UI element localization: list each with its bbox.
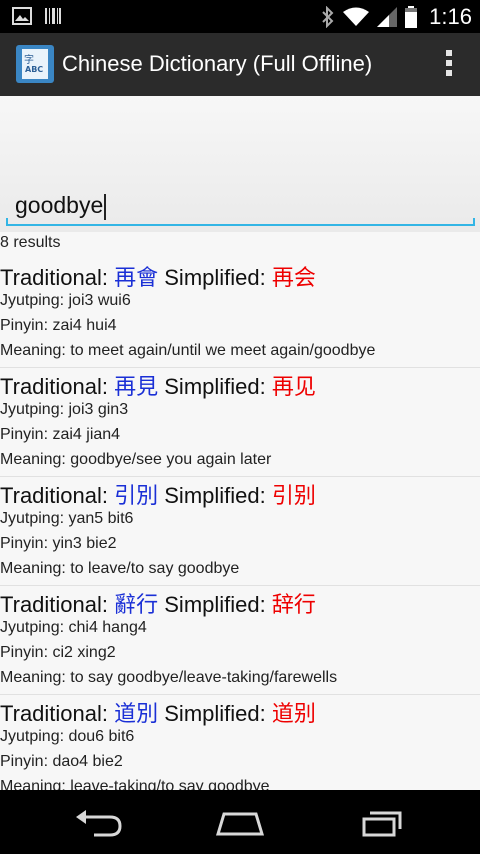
traditional-chars: 再見: [114, 374, 159, 399]
traditional-chars: 引別: [114, 483, 159, 508]
simplified-label: Simplified:: [158, 592, 272, 617]
pinyin-label: Pinyin:: [0, 753, 53, 770]
entry-headword-line: Traditional: 再會 Simplified: 再会: [0, 260, 316, 292]
overflow-menu-icon[interactable]: [446, 50, 452, 80]
pinyin-value: dao4 bie2: [52, 753, 123, 770]
signal-icon: [377, 7, 398, 27]
meaning-line: Meaning: leave-taking/to say goodbye: [0, 778, 270, 790]
traditional-label: Traditional:: [0, 592, 115, 617]
meaning-label: Meaning:: [0, 778, 71, 790]
app-title: Chinese Dictionary (Full Offline): [62, 51, 373, 76]
meaning-line: Meaning: goodbye/see you again later: [0, 451, 271, 469]
pinyin-line: Pinyin: dao4 bie2: [0, 753, 123, 771]
recents-icon[interactable]: [354, 808, 410, 838]
meaning-value: to leave/to say goodbye: [70, 560, 240, 577]
jyutping-line: Jyutping: dou6 bit6: [0, 728, 134, 746]
pinyin-line: Pinyin: ci2 xing2: [0, 644, 116, 662]
wifi-icon: [343, 7, 370, 26]
simplified-chars: 道别: [271, 701, 316, 726]
text-cursor: [104, 193, 107, 220]
pinyin-line: Pinyin: zai4 jian4: [0, 426, 120, 444]
meaning-line: Meaning: to meet again/until we meet aga…: [0, 342, 375, 360]
back-icon[interactable]: [72, 808, 128, 838]
simplified-chars: 再见: [271, 374, 316, 399]
gallery-icon: [12, 7, 32, 25]
pinyin-label: Pinyin:: [0, 644, 53, 661]
entry-headword-line: Traditional: 再見 Simplified: 再见: [0, 369, 316, 401]
jyutping-value: yan5 bit6: [68, 510, 134, 527]
pinyin-label: Pinyin:: [0, 426, 53, 443]
simplified-label: Simplified:: [158, 701, 272, 726]
result-item[interactable]: Traditional: 引別 Simplified: 引别 Jyutping:…: [0, 476, 480, 586]
battery-icon: [405, 6, 418, 28]
jyutping-label: Jyutping:: [0, 510, 69, 527]
barcode-icon: [45, 8, 61, 24]
meaning-line: Meaning: to leave/to say goodbye: [0, 560, 239, 578]
pinyin-value: yin3 bie2: [52, 535, 117, 552]
pinyin-label: Pinyin:: [0, 535, 53, 552]
traditional-label: Traditional:: [0, 374, 115, 399]
navigation-bar: [0, 790, 480, 854]
results-list[interactable]: 8 results Traditional: 再會 Simplified: 再会…: [0, 232, 480, 790]
bluetooth-icon: [322, 6, 334, 28]
results-count: 8 results: [0, 234, 61, 251]
pinyin-line: Pinyin: yin3 bie2: [0, 535, 117, 553]
jyutping-line: Jyutping: chi4 hang4: [0, 619, 147, 637]
jyutping-line: Jyutping: yan5 bit6: [0, 510, 133, 528]
simplified-label: Simplified:: [158, 483, 272, 508]
meaning-value: to say goodbye/leave-taking/farewells: [70, 669, 338, 686]
dictionary-app-icon[interactable]: 字 ABC: [16, 45, 54, 83]
home-icon[interactable]: [212, 808, 268, 838]
clock-time: 1:16: [429, 4, 472, 29]
simplified-chars: 再会: [271, 265, 316, 290]
jyutping-value: joi3 wui6: [68, 292, 131, 309]
status-bar: 1:16: [0, 0, 480, 33]
traditional-chars: 道別: [114, 701, 159, 726]
search-input-underline: [6, 218, 475, 226]
entry-headword-line: Traditional: 辭行 Simplified: 辞行: [0, 587, 316, 619]
meaning-value: to meet again/until we meet again/goodby…: [70, 342, 376, 359]
pinyin-value: ci2 xing2: [52, 644, 116, 661]
search-input[interactable]: goodbye: [15, 192, 107, 220]
pinyin-label: Pinyin:: [0, 317, 53, 334]
simplified-label: Simplified:: [158, 265, 272, 290]
jyutping-value: joi3 gin3: [68, 401, 129, 418]
meaning-label: Meaning:: [0, 669, 71, 686]
meaning-value: leave-taking/to say goodbye: [70, 778, 270, 790]
search-input-text: goodbye: [15, 192, 104, 218]
jyutping-line: Jyutping: joi3 wui6: [0, 292, 131, 310]
pinyin-value: zai4 hui4: [52, 317, 117, 334]
simplified-label: Simplified:: [158, 374, 272, 399]
jyutping-label: Jyutping:: [0, 619, 69, 636]
traditional-chars: 再會: [114, 265, 159, 290]
pinyin-line: Pinyin: zai4 hui4: [0, 317, 117, 335]
jyutping-value: chi4 hang4: [68, 619, 147, 636]
simplified-chars: 引别: [271, 483, 316, 508]
meaning-label: Meaning:: [0, 342, 71, 359]
traditional-chars: 辭行: [114, 592, 159, 617]
traditional-label: Traditional:: [0, 483, 115, 508]
traditional-label: Traditional:: [0, 701, 115, 726]
jyutping-label: Jyutping:: [0, 728, 69, 745]
result-item[interactable]: Traditional: 道別 Simplified: 道别 Jyutping:…: [0, 694, 480, 790]
jyutping-label: Jyutping:: [0, 292, 69, 309]
meaning-label: Meaning:: [0, 451, 71, 468]
jyutping-label: Jyutping:: [0, 401, 69, 418]
simplified-chars: 辞行: [271, 592, 316, 617]
action-bar: 字 ABC Chinese Dictionary (Full Offline): [0, 33, 480, 96]
entry-headword-line: Traditional: 道別 Simplified: 道别: [0, 696, 316, 728]
meaning-label: Meaning:: [0, 560, 71, 577]
result-item[interactable]: Traditional: 再見 Simplified: 再见 Jyutping:…: [0, 367, 480, 477]
entry-headword-line: Traditional: 引別 Simplified: 引别: [0, 478, 316, 510]
meaning-line: Meaning: to say goodbye/leave-taking/far…: [0, 669, 337, 687]
result-item[interactable]: Traditional: 辭行 Simplified: 辞行 Jyutping:…: [0, 585, 480, 695]
traditional-label: Traditional:: [0, 265, 115, 290]
jyutping-value: dou6 bit6: [68, 728, 135, 745]
result-item[interactable]: Traditional: 再會 Simplified: 再会 Jyutping:…: [0, 258, 480, 368]
pinyin-value: zai4 jian4: [52, 426, 121, 443]
jyutping-line: Jyutping: joi3 gin3: [0, 401, 128, 419]
meaning-value: goodbye/see you again later: [70, 451, 272, 468]
